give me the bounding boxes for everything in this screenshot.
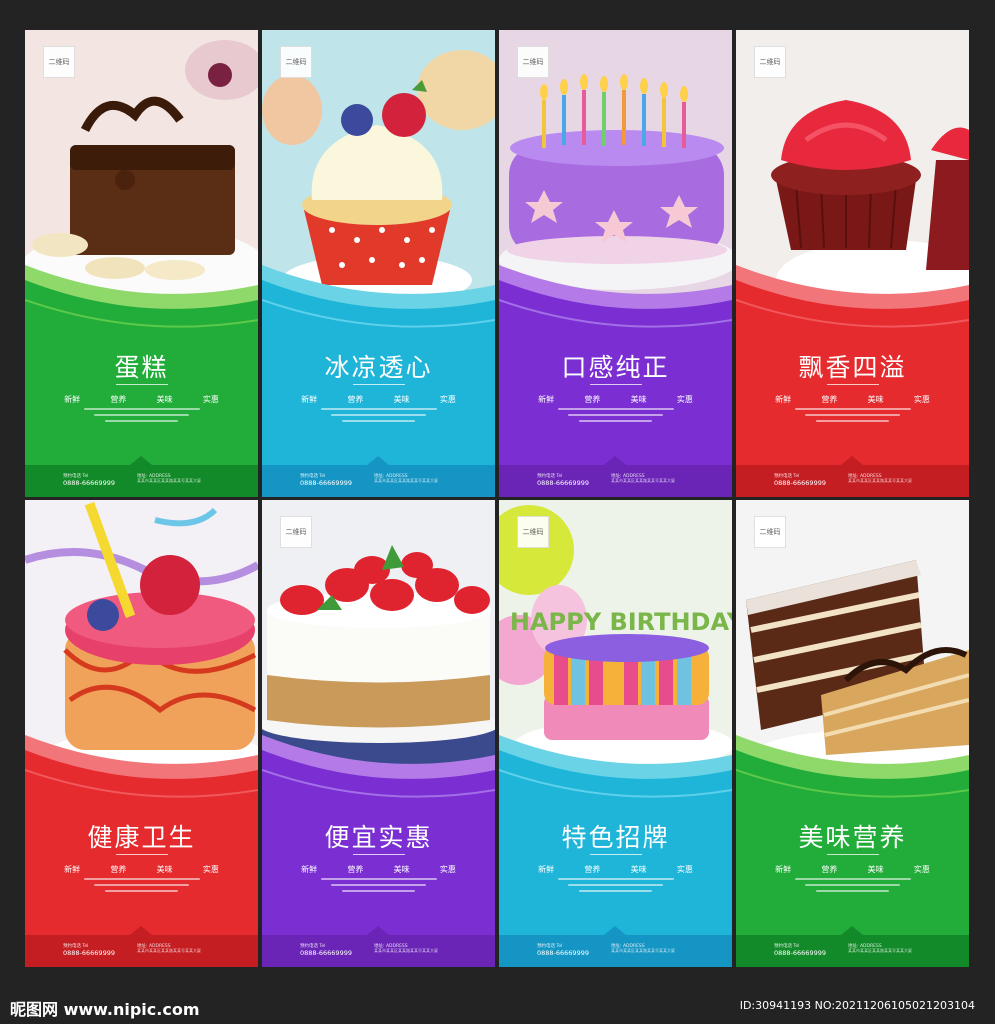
- footer-notch: [604, 926, 626, 935]
- phone-number[interactable]: 0888-66669999: [774, 479, 826, 487]
- poster-card[interactable]: 二维码 飘香四溢 新鲜 营养 美味 实惠 预约电话 Tel 0888-66669…: [736, 30, 969, 497]
- footer-notch: [841, 456, 863, 465]
- phone-number[interactable]: 0888-66669999: [63, 479, 115, 487]
- phone-number[interactable]: 0888-66669999: [300, 479, 352, 487]
- fine-print: [780, 404, 925, 434]
- qr-code-placeholder[interactable]: 二维码: [754, 516, 786, 548]
- fine-print: [780, 874, 925, 904]
- fine-print: [543, 874, 688, 904]
- footer-notch: [604, 456, 626, 465]
- footer-notch: [367, 456, 389, 465]
- fine-print: [306, 404, 451, 434]
- phone-number[interactable]: 0888-66669999: [300, 949, 352, 957]
- image-id-watermark: ID:30941193 NO:20211206105021203104: [739, 999, 975, 1012]
- poster-card[interactable]: 二维码 便宜实惠 新鲜 营养 美味 实惠 预约电话 Tel 0888-66669…: [262, 500, 495, 967]
- address-text: 某某市某某区某某路某某号某某大厦: [374, 948, 438, 953]
- poster-footer: 预约电话 Tel 0888-66669999 地址: ADDRESS 某某市某某…: [25, 456, 258, 497]
- poster-card[interactable]: 健康卫生 新鲜 营养 美味 实惠 预约电话 Tel 0888-66669999 …: [25, 500, 258, 967]
- phone-number[interactable]: 0888-66669999: [774, 949, 826, 957]
- title-divider: [353, 854, 405, 855]
- poster-title: 健康卫生: [87, 823, 196, 852]
- happy-birthday-text: HAPPY BIRTHDAY: [510, 608, 732, 636]
- poster-card[interactable]: 二维码 口感纯正 新鲜 营养 美味 实惠 预约电话 Tel 0888-66669…: [499, 30, 732, 497]
- footer-notch: [367, 926, 389, 935]
- poster-footer: 预约电话 Tel 0888-66669999 地址: ADDRESS 某某市某某…: [736, 926, 969, 967]
- poster-title: 蛋糕: [114, 353, 169, 382]
- poster-title: 口感纯正: [561, 353, 670, 382]
- title-divider: [116, 854, 168, 855]
- title-divider: [116, 384, 168, 385]
- fine-print: [306, 874, 451, 904]
- address-text: 某某市某某区某某路某某号某某大厦: [137, 948, 201, 953]
- qr-code-placeholder[interactable]: 二维码: [280, 46, 312, 78]
- qr-code-placeholder[interactable]: 二维码: [517, 516, 549, 548]
- address-text: 某某市某某区某某路某某号某某大厦: [848, 948, 912, 953]
- poster-footer: 预约电话 Tel 0888-66669999 地址: ADDRESS 某某市某某…: [736, 456, 969, 497]
- qr-code-placeholder[interactable]: 二维码: [280, 516, 312, 548]
- fine-print: [69, 404, 214, 434]
- footer-notch: [130, 456, 152, 465]
- poster-title: 便宜实惠: [324, 823, 433, 852]
- phone-number[interactable]: 0888-66669999: [537, 479, 589, 487]
- footer-notch: [130, 926, 152, 935]
- phone-number[interactable]: 0888-66669999: [63, 949, 115, 957]
- phone-number[interactable]: 0888-66669999: [537, 949, 589, 957]
- poster-footer: 预约电话 Tel 0888-66669999 地址: ADDRESS 某某市某某…: [262, 456, 495, 497]
- qr-code-placeholder[interactable]: 二维码: [43, 46, 75, 78]
- qr-code-placeholder[interactable]: 二维码: [754, 46, 786, 78]
- poster-card[interactable]: 二维码 冰凉透心 新鲜 营养 美味 实惠 预约电话 Tel 0888-66669…: [262, 30, 495, 497]
- poster-title: 美味营养: [798, 823, 907, 852]
- poster-card[interactable]: HAPPY BIRTHDAY 二维码 特色招牌 新鲜 营养 美味 实惠 预约电话…: [499, 500, 732, 967]
- address-text: 某某市某某区某某路某某号某某大厦: [848, 478, 912, 483]
- poster-footer: 预约电话 Tel 0888-66669999 地址: ADDRESS 某某市某某…: [499, 456, 732, 497]
- title-divider: [590, 384, 642, 385]
- nipic-watermark: 昵图网 www.nipic.com: [10, 1000, 200, 1019]
- footer-notch: [841, 926, 863, 935]
- poster-title: 飘香四溢: [798, 353, 907, 382]
- poster-title: 冰凉透心: [324, 353, 433, 382]
- fine-print: [543, 404, 688, 434]
- poster-footer: 预约电话 Tel 0888-66669999 地址: ADDRESS 某某市某某…: [499, 926, 732, 967]
- fine-print: [69, 874, 214, 904]
- address-text: 某某市某某区某某路某某号某某大厦: [611, 948, 675, 953]
- poster-card[interactable]: 二维码 美味营养 新鲜 营养 美味 实惠 预约电话 Tel 0888-66669…: [736, 500, 969, 967]
- poster-card[interactable]: 二维码 蛋糕 新鲜 营养 美味 实惠 预约电话 Tel 0888-6666999…: [25, 30, 258, 497]
- title-divider: [827, 384, 879, 385]
- qr-code-placeholder[interactable]: 二维码: [517, 46, 549, 78]
- title-divider: [353, 384, 405, 385]
- address-text: 某某市某某区某某路某某号某某大厦: [137, 478, 201, 483]
- poster-footer: 预约电话 Tel 0888-66669999 地址: ADDRESS 某某市某某…: [262, 926, 495, 967]
- address-text: 某某市某某区某某路某某号某某大厦: [611, 478, 675, 483]
- poster-title: 特色招牌: [561, 823, 670, 852]
- title-divider: [827, 854, 879, 855]
- address-text: 某某市某某区某某路某某号某某大厦: [374, 478, 438, 483]
- title-divider: [590, 854, 642, 855]
- poster-footer: 预约电话 Tel 0888-66669999 地址: ADDRESS 某某市某某…: [25, 926, 258, 967]
